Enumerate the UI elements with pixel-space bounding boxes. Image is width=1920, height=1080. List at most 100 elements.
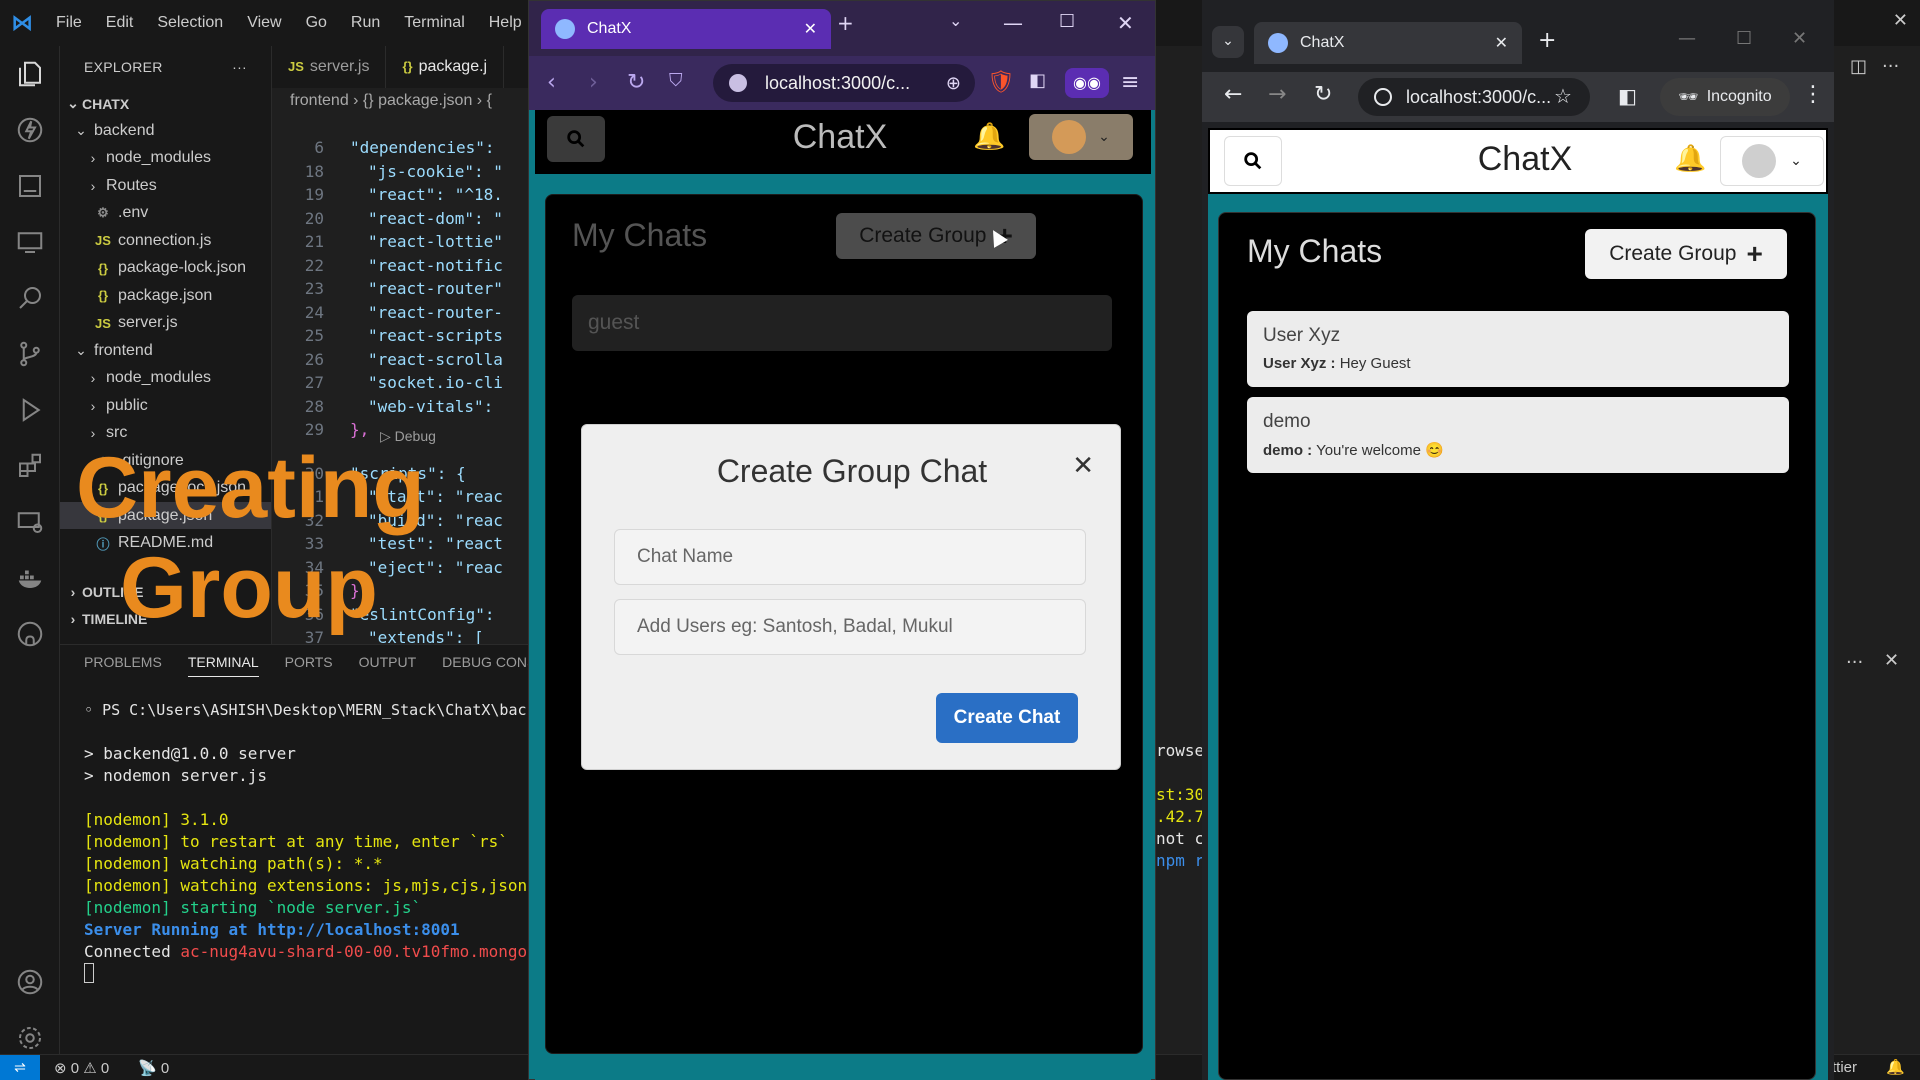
site-info-icon[interactable] bbox=[729, 74, 747, 92]
status-problems[interactable]: ⊗ 0 ⚠ 0 bbox=[54, 1059, 109, 1077]
create-chat-button[interactable]: Create Chat bbox=[936, 693, 1078, 743]
search-button[interactable] bbox=[1224, 136, 1282, 186]
explorer-icon[interactable] bbox=[0, 46, 60, 102]
extensions-icon[interactable] bbox=[0, 438, 60, 494]
tab-ports[interactable]: PORTS bbox=[285, 654, 333, 670]
close-window-icon[interactable]: ✕ bbox=[1792, 28, 1807, 49]
remote-indicator-icon[interactable]: ⇌ bbox=[0, 1055, 40, 1080]
kebab-menu-icon[interactable]: ⋮ bbox=[1802, 82, 1824, 107]
menu-edit[interactable]: Edit bbox=[94, 0, 146, 46]
menu-view[interactable]: View bbox=[235, 0, 293, 46]
tree-item[interactable]: ⌄ frontend bbox=[60, 337, 271, 364]
browser-tab-chatx[interactable]: ChatX ✕ bbox=[1254, 22, 1522, 64]
minimize-icon[interactable]: — bbox=[1003, 11, 1023, 35]
tab-output[interactable]: OUTPUT bbox=[359, 654, 417, 670]
breadcrumb[interactable]: frontend › {} package.json › { bbox=[290, 92, 492, 110]
tree-item[interactable]: ⌄ backend bbox=[60, 117, 271, 144]
tree-item[interactable]: › node_modules bbox=[60, 145, 271, 172]
site-info-icon[interactable] bbox=[1374, 88, 1392, 106]
close-icon[interactable]: ✕ bbox=[1893, 10, 1908, 31]
account-icon[interactable] bbox=[0, 954, 60, 1010]
github-icon[interactable] bbox=[0, 606, 60, 662]
add-users-input[interactable]: Add Users eg: Santosh, Badal, Mukul bbox=[614, 599, 1086, 655]
chat-list-item[interactable]: demo demo : You're welcome 😊 bbox=[1247, 397, 1789, 473]
tree-item[interactable]: › node_modules bbox=[60, 365, 271, 392]
tree-item[interactable]: ⚙ .env bbox=[60, 200, 271, 227]
profile-menu-button[interactable]: ⌄ bbox=[1029, 114, 1133, 160]
back-arrow-icon[interactable]: ← bbox=[1224, 82, 1242, 107]
sidebar-toggle-icon[interactable]: ◧ bbox=[1618, 84, 1637, 108]
brave-shields-icon[interactable]: 🛡 bbox=[987, 70, 1015, 95]
close-tab-icon[interactable]: ✕ bbox=[804, 19, 817, 39]
bell-icon[interactable]: 🔔 bbox=[973, 122, 1005, 152]
more-actions-icon[interactable]: ··· bbox=[1882, 56, 1899, 77]
tab-search-chevron-icon[interactable]: ⌄ bbox=[1212, 26, 1244, 58]
search-button[interactable] bbox=[547, 116, 605, 162]
sidebar-toggle-icon[interactable]: ◧ bbox=[1029, 70, 1046, 91]
zoom-icon[interactable]: ⊕ bbox=[946, 73, 961, 94]
tree-item[interactable]: JS server.js bbox=[60, 310, 271, 337]
tab-debug-console[interactable]: DEBUG CONSOL bbox=[442, 654, 530, 670]
split-editor-icon[interactable]: ◫ bbox=[1850, 56, 1867, 77]
address-bar[interactable]: localhost:3000/c... ⊕ bbox=[713, 64, 975, 102]
chevron-down-icon[interactable]: ⌄ bbox=[949, 11, 962, 30]
code-text: "react-lottie" bbox=[368, 232, 503, 251]
chat-name-input[interactable]: Chat Name bbox=[614, 529, 1086, 585]
chat-list-item[interactable]: User Xyz User Xyz : Hey Guest bbox=[1247, 311, 1789, 387]
tree-item[interactable]: {} package.json bbox=[60, 282, 271, 309]
incognito-badge[interactable]: 🕶 Incognito bbox=[1660, 78, 1790, 116]
source-control-icon[interactable] bbox=[0, 326, 60, 382]
code-text: "react-scripts bbox=[368, 326, 503, 345]
browser-tab-chatx[interactable]: ChatX ✕ bbox=[541, 9, 831, 49]
close-tab-icon[interactable]: ✕ bbox=[1495, 33, 1508, 53]
bell-icon[interactable]: 🔔 bbox=[1674, 144, 1706, 174]
workspace-root[interactable]: ⌄ CHATX bbox=[60, 90, 271, 117]
reload-icon[interactable]: ↻ bbox=[627, 70, 645, 95]
remote-window-icon[interactable] bbox=[0, 494, 60, 550]
run-debug-icon[interactable] bbox=[0, 382, 60, 438]
menu-go[interactable]: Go bbox=[294, 0, 339, 46]
tab-package-json[interactable]: {} package.j bbox=[386, 46, 505, 88]
bookmark-star-icon[interactable]: ☆ bbox=[1554, 84, 1572, 108]
close-panel-icon[interactable]: ✕ bbox=[1884, 650, 1899, 671]
menu-hamburger-icon[interactable]: ≡ bbox=[1121, 70, 1139, 95]
forward-arrow-icon[interactable]: → bbox=[1268, 82, 1286, 107]
tab-server-js[interactable]: JS server.js bbox=[272, 46, 387, 88]
menu-file[interactable]: File bbox=[44, 0, 94, 46]
close-icon[interactable]: ✕ bbox=[1072, 451, 1094, 481]
status-ports[interactable]: 📡 0 bbox=[138, 1059, 169, 1077]
profile-menu-button[interactable]: ⌄ bbox=[1720, 136, 1824, 186]
minimize-icon[interactable]: — bbox=[1678, 28, 1696, 49]
maximize-icon[interactable]: ☐ bbox=[1059, 11, 1075, 32]
tree-item[interactable]: › public bbox=[60, 392, 271, 419]
tree-item[interactable]: JS connection.js bbox=[60, 227, 271, 254]
vpn-glasses-icon[interactable]: ◉◉ bbox=[1065, 68, 1109, 98]
create-group-button[interactable]: Create Group + bbox=[1585, 229, 1787, 279]
menu-selection[interactable]: Selection bbox=[145, 0, 235, 46]
new-tab-plus-icon[interactable]: + bbox=[837, 11, 854, 35]
tab-terminal[interactable]: TERMINAL bbox=[187, 654, 259, 677]
chat-message-text: You're welcome 😊 bbox=[1316, 442, 1444, 459]
docker-icon[interactable] bbox=[0, 550, 60, 606]
close-window-icon[interactable]: ✕ bbox=[1117, 11, 1134, 35]
reload-icon[interactable]: ↻ bbox=[1314, 82, 1332, 107]
tab-problems[interactable]: PROBLEMS bbox=[84, 654, 162, 670]
more-actions-icon[interactable]: ··· bbox=[232, 59, 247, 75]
search-icon[interactable] bbox=[0, 270, 60, 326]
forward-arrow-icon[interactable]: › bbox=[589, 70, 598, 95]
tree-item[interactable]: › Routes bbox=[60, 172, 271, 199]
status-prettier[interactable]: ttier bbox=[1832, 1059, 1857, 1076]
menu-run[interactable]: Run bbox=[339, 0, 392, 46]
menu-terminal[interactable]: Terminal bbox=[392, 0, 476, 46]
remote-explorer-icon[interactable] bbox=[0, 214, 60, 270]
new-tab-plus-icon[interactable]: + bbox=[1538, 28, 1556, 53]
env-file-icon[interactable] bbox=[0, 158, 60, 214]
tree-item[interactable]: {} package-lock.json bbox=[60, 255, 271, 282]
bookmark-icon[interactable]: ⛉ bbox=[669, 70, 683, 91]
back-arrow-icon[interactable]: ‹ bbox=[547, 70, 556, 95]
notifications-bell-icon[interactable]: 🔔 bbox=[1886, 1058, 1905, 1076]
menu-help[interactable]: Help bbox=[477, 0, 534, 46]
lightning-icon[interactable] bbox=[0, 102, 60, 158]
maximize-icon[interactable]: ☐ bbox=[1736, 28, 1752, 49]
more-actions-icon[interactable]: ··· bbox=[1846, 652, 1863, 673]
